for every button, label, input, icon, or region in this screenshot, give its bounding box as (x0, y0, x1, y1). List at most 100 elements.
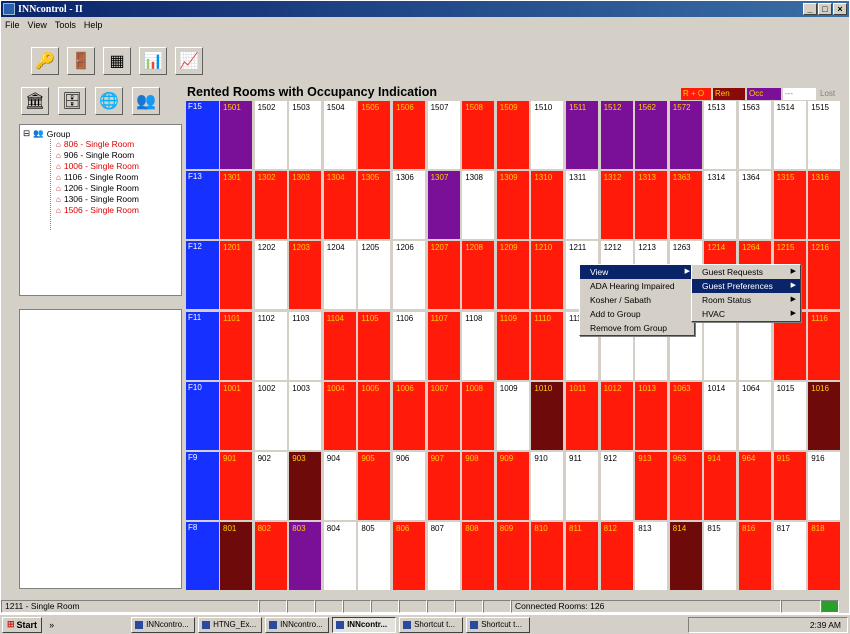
room-cell[interactable]: 1314 (704, 171, 738, 239)
room-cell[interactable]: 1316 (808, 171, 842, 239)
collapse-icon[interactable]: ⊟ (23, 128, 30, 139)
room-cell[interactable]: 1313 (635, 171, 669, 239)
tree-item[interactable]: ⌂ 806 - Single Room (56, 139, 134, 149)
taskbar-button[interactable]: HTNG_Ex... (198, 616, 263, 633)
taskbar-button[interactable]: Shortcut t... (399, 616, 464, 633)
room-cell[interactable]: 815 (704, 522, 738, 590)
room-cell[interactable]: 1311 (566, 171, 599, 239)
room-cell[interactable]: 1512 (600, 101, 634, 169)
room-cell[interactable]: 963 (669, 452, 703, 520)
room-cell[interactable]: 907 (427, 452, 461, 520)
room-cell[interactable]: 1206 (393, 241, 426, 309)
room-cell[interactable]: 1303 (289, 171, 323, 239)
menu-file[interactable]: File (5, 20, 20, 30)
globe-view-button[interactable]: 🌐 (95, 87, 123, 115)
room-cell[interactable]: 806 (393, 522, 426, 590)
room-cell[interactable]: 1201 (220, 241, 253, 309)
floor-label[interactable]: F13 (186, 171, 219, 239)
room-cell[interactable]: 1302 (254, 171, 288, 239)
room-cell[interactable]: 1203 (289, 241, 323, 309)
room-cell[interactable]: 1363 (669, 171, 703, 239)
tree-root[interactable]: ⊟ 👥 Group (23, 128, 70, 139)
room-cell[interactable]: 910 (531, 452, 565, 520)
floor-label[interactable]: F12 (186, 241, 219, 309)
room-cell[interactable]: 804 (323, 522, 357, 590)
taskbar-button[interactable]: INNcontro... (131, 616, 196, 633)
room-cell[interactable]: 1164 (739, 312, 772, 380)
room-cell[interactable]: 1063 (669, 382, 703, 450)
room-cell[interactable]: 911 (566, 452, 599, 520)
menu-item[interactable]: Remove from Group (580, 321, 694, 335)
taskbar-button[interactable]: Shortcut t... (466, 616, 531, 633)
tree-item[interactable]: ⌂ 1206 - Single Room (56, 183, 139, 193)
server-view-button[interactable]: 🗄 (58, 87, 86, 115)
close-button[interactable]: × (833, 3, 847, 15)
room-cell[interactable]: 1510 (531, 101, 565, 169)
room-cell[interactable]: 1563 (739, 101, 772, 169)
room-cell[interactable]: 904 (323, 452, 357, 520)
menu-item[interactable]: Guest Preferences ▶ (692, 279, 800, 293)
room-cell[interactable]: 1064 (739, 382, 772, 450)
room-cell[interactable]: 1308 (462, 171, 496, 239)
room-cell[interactable]: 1513 (704, 101, 738, 169)
room-cell[interactable]: 1514 (773, 101, 807, 169)
room-cell[interactable]: 1511 (566, 101, 599, 169)
room-cell[interactable]: 1210 (531, 241, 565, 309)
room-cell[interactable]: 1307 (427, 171, 461, 239)
keys-tool-button[interactable]: 🔑 (31, 47, 59, 75)
clock[interactable]: 2:39 AM (810, 620, 841, 630)
room-cell[interactable]: 1364 (739, 171, 772, 239)
room-cell[interactable]: 1115 (773, 312, 807, 380)
room-cell[interactable]: 914 (704, 452, 738, 520)
quicklaunch-more[interactable]: » (49, 620, 54, 630)
floor-label[interactable]: F15 (186, 101, 219, 169)
room-cell[interactable]: 813 (635, 522, 669, 590)
tree-item[interactable]: ⌂ 1506 - Single Room (56, 205, 139, 215)
room-cell[interactable]: 1207 (427, 241, 461, 309)
room-cell[interactable]: 1312 (600, 171, 634, 239)
menu-tools[interactable]: Tools (55, 20, 76, 30)
room-cell[interactable]: 1507 (427, 101, 461, 169)
floor-label[interactable]: F8 (186, 522, 219, 590)
tree-item[interactable]: ⌂ 906 - Single Room (56, 150, 134, 160)
room-cell[interactable]: 915 (773, 452, 807, 520)
room-cell[interactable]: 1506 (393, 101, 426, 169)
room-cell[interactable]: 1101 (220, 312, 253, 380)
door-tool-button[interactable]: 🚪 (67, 47, 95, 75)
room-cell[interactable]: 1106 (393, 312, 426, 380)
room-cell[interactable]: 803 (289, 522, 323, 590)
menu-item[interactable]: ADA Hearing Impaired (580, 279, 694, 293)
room-cell[interactable]: 1205 (358, 241, 392, 309)
room-cell[interactable]: 1014 (704, 382, 738, 450)
room-cell[interactable]: 1202 (254, 241, 288, 309)
room-cell[interactable]: 1572 (669, 101, 703, 169)
room-cell[interactable]: 1016 (808, 382, 842, 450)
room-cell[interactable]: 1004 (323, 382, 357, 450)
room-cell[interactable]: 1562 (635, 101, 669, 169)
room-cell[interactable]: 901 (220, 452, 253, 520)
room-cell[interactable]: 1104 (323, 312, 357, 380)
room-cell[interactable]: 1216 (808, 241, 842, 309)
room-cell[interactable]: 1315 (773, 171, 807, 239)
room-cell[interactable]: 812 (600, 522, 634, 590)
room-cell[interactable]: 1107 (427, 312, 461, 380)
menu-item[interactable]: View ▶ (580, 265, 694, 279)
room-cell[interactable]: 810 (531, 522, 565, 590)
room-cell[interactable]: 1102 (254, 312, 288, 380)
graph-tool-button[interactable]: 📈 (175, 47, 203, 75)
room-cell[interactable]: 1209 (496, 241, 530, 309)
room-cell[interactable]: 818 (808, 522, 842, 590)
rooms-tool-button[interactable]: ▦ (103, 47, 131, 75)
room-cell[interactable]: 1007 (427, 382, 461, 450)
room-cell[interactable]: 908 (462, 452, 496, 520)
room-cell[interactable]: 1008 (462, 382, 496, 450)
room-cell[interactable]: 1110 (531, 312, 565, 380)
room-cell[interactable]: 1501 (220, 101, 253, 169)
room-cell[interactable]: 1109 (496, 312, 530, 380)
room-cell[interactable]: 811 (566, 522, 599, 590)
room-cell[interactable]: 1502 (254, 101, 288, 169)
room-cell[interactable]: 1204 (323, 241, 357, 309)
room-cell[interactable]: 1009 (496, 382, 530, 450)
menu-help[interactable]: Help (84, 20, 103, 30)
floor-label[interactable]: F11 (186, 312, 219, 380)
